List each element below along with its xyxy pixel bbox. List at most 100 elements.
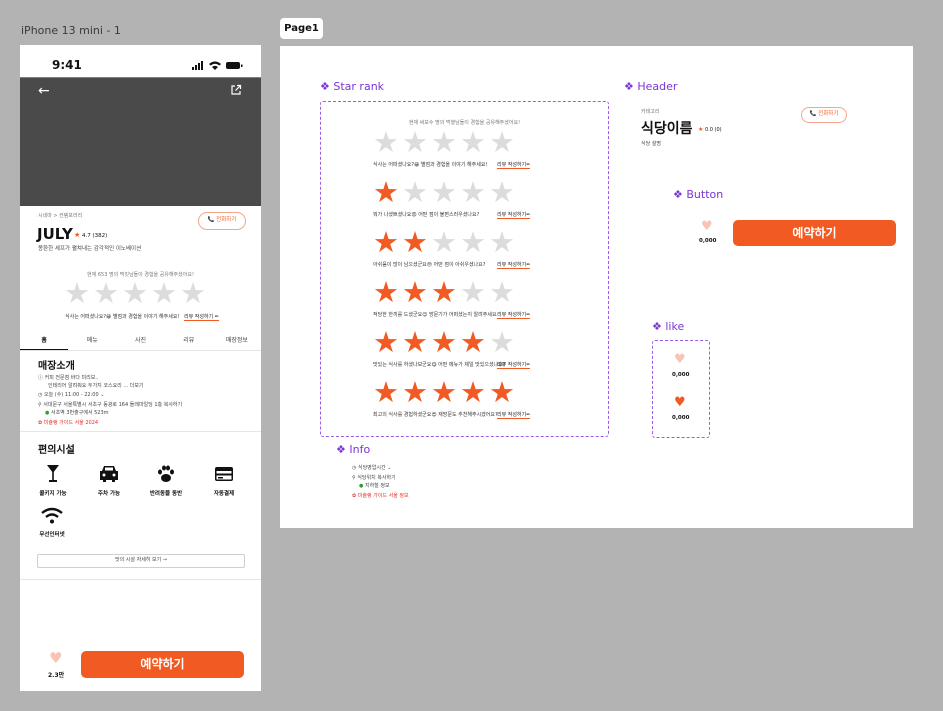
star-1-icon[interactable]: ★ bbox=[373, 378, 399, 407]
rank-review-button[interactable]: 리뷰 작성하기✏ bbox=[497, 161, 531, 169]
star-1-icon[interactable]: ★ bbox=[373, 328, 399, 357]
star-4-icon[interactable]: ★ bbox=[460, 178, 486, 207]
star-4-icon[interactable]: ★ bbox=[460, 278, 486, 307]
facilities-more-button[interactable]: 맛의 시설 자세히 보기 → bbox=[37, 554, 245, 568]
michelin-icon: ✿ bbox=[38, 420, 43, 426]
star-4-icon[interactable]: ★ bbox=[460, 378, 486, 407]
like-heart-icon[interactable]: ♥ bbox=[49, 651, 62, 666]
star-4-icon[interactable]: ★ bbox=[460, 228, 486, 257]
reserve-button[interactable]: 예약하기 bbox=[81, 651, 244, 678]
like-component-label[interactable]: ❖ like bbox=[652, 320, 684, 333]
rating-value: 4.7 (382) bbox=[82, 233, 108, 239]
rank-review-button[interactable]: 리뷰 작성하기✏ bbox=[497, 411, 531, 419]
header-rating: ★ 0.0 (0) bbox=[698, 126, 722, 133]
rank-review-button[interactable]: 리뷰 작성하기✏ bbox=[497, 261, 531, 269]
store-hours[interactable]: ◷ 오늘 (수) 11:00 - 22:00 ⌄ bbox=[38, 391, 104, 398]
star-3-icon[interactable]: ★ bbox=[431, 228, 457, 257]
star-1-icon[interactable]: ★ bbox=[373, 178, 399, 207]
wine-glass-icon bbox=[47, 465, 59, 482]
info-guide: ✿ 미슐랭 가이드 서울 정보 bbox=[352, 493, 409, 499]
review-write-button[interactable]: 리뷰 작성하기 ✏ bbox=[184, 313, 219, 321]
star-1-icon[interactable]: ★ bbox=[373, 228, 399, 257]
tab-home[interactable]: 홈 bbox=[20, 334, 69, 350]
rank-review-button[interactable]: 리뷰 작성하기✏ bbox=[497, 311, 531, 319]
header-restaurant-name: 식당이름 bbox=[641, 121, 693, 137]
tab-photos[interactable]: 사진 bbox=[116, 334, 164, 350]
star-5-icon[interactable]: ★ bbox=[489, 278, 515, 307]
button-heart-icon[interactable]: ♥ bbox=[701, 220, 713, 233]
star-5-icon[interactable]: ★ bbox=[489, 378, 515, 407]
button-like-count: 0,000 bbox=[699, 238, 717, 244]
rank-stars[interactable]: ★ ★ ★ ★ ★ bbox=[373, 228, 515, 257]
store-address[interactable]: ⚲ 서대문구 서울특별시 서초구 동광로 164 돌레마일딩 1층 복사하기 bbox=[38, 401, 182, 408]
call-button[interactable]: 📞 전화하기 bbox=[198, 212, 246, 230]
header-call-button[interactable]: 📞 전화하기 bbox=[801, 107, 847, 123]
rank-message: 최고의 식사를 경험하셨군요😍 재방문도 추천해주시겠어요? bbox=[373, 412, 498, 418]
rating-line: ★ 4.7 (382) bbox=[74, 231, 107, 239]
info-hours[interactable]: ◷ 식당영업시간 ⌄ bbox=[352, 464, 391, 471]
star-2-icon[interactable]: ★ bbox=[93, 279, 119, 308]
heart-on-icon[interactable]: ♥ bbox=[674, 396, 686, 409]
star-5-icon[interactable]: ★ bbox=[489, 128, 515, 157]
star-rank-label[interactable]: ❖ Star rank bbox=[320, 80, 384, 93]
star-4-icon[interactable]: ★ bbox=[151, 279, 177, 308]
share-icon[interactable] bbox=[230, 84, 242, 96]
back-arrow-icon[interactable]: ← bbox=[38, 84, 50, 98]
star-3-icon[interactable]: ★ bbox=[431, 128, 457, 157]
star-2-icon[interactable]: ★ bbox=[402, 128, 428, 157]
status-time: 9:41 bbox=[52, 58, 82, 72]
star-5-icon[interactable]: ★ bbox=[489, 228, 515, 257]
rank-message: 아쉬움이 많이 남으셨군요😔 어떤 점이 아쉬우셨나요? bbox=[373, 262, 486, 268]
tab-reviews[interactable]: 리뷰 bbox=[165, 334, 213, 350]
button-component-label[interactable]: ❖ Button bbox=[673, 188, 723, 201]
star-3-icon[interactable]: ★ bbox=[431, 378, 457, 407]
rank-review-button[interactable]: 리뷰 작성하기✏ bbox=[497, 361, 531, 369]
star-3-icon[interactable]: ★ bbox=[122, 279, 148, 308]
info-distance: ● 지하철 정보 bbox=[359, 483, 390, 489]
michelin-guide: ✿ 미슐랭 가이드 서울 2024 bbox=[38, 420, 99, 426]
location-icon: ⚲ bbox=[352, 475, 356, 481]
paw-icon bbox=[158, 465, 174, 482]
star-4-icon[interactable]: ★ bbox=[460, 328, 486, 357]
info-component-label[interactable]: ❖ Info bbox=[336, 443, 370, 456]
rating-stars[interactable]: ★ ★ ★ ★ ★ bbox=[64, 279, 206, 308]
component-icon: ❖ bbox=[624, 80, 634, 93]
star-3-icon[interactable]: ★ bbox=[431, 178, 457, 207]
star-5-icon[interactable]: ★ bbox=[489, 328, 515, 357]
store-line-2[interactable]: 인테리어 알려줘요 두가지 코스요리 ... 더보기 bbox=[48, 382, 144, 389]
rank-review-button[interactable]: 리뷰 작성하기✏ bbox=[497, 211, 531, 219]
rank-stars[interactable]: ★ ★ ★ ★ ★ bbox=[373, 378, 515, 407]
star-2-icon[interactable]: ★ bbox=[402, 178, 428, 207]
tab-menu[interactable]: 메뉴 bbox=[68, 334, 116, 350]
star-5-icon[interactable]: ★ bbox=[180, 279, 206, 308]
star-2-icon[interactable]: ★ bbox=[402, 228, 428, 257]
subway-icon: ● bbox=[45, 410, 50, 416]
rank-stars[interactable]: ★ ★ ★ ★ ★ bbox=[373, 278, 515, 307]
status-bar: 9:41 bbox=[20, 45, 261, 78]
michelin-icon: ✿ bbox=[352, 493, 357, 499]
star-4-icon[interactable]: ★ bbox=[460, 128, 486, 157]
heart-off-icon[interactable]: ♥ bbox=[674, 353, 686, 366]
header-component-label[interactable]: ❖ Header bbox=[624, 80, 677, 93]
star-3-icon[interactable]: ★ bbox=[431, 278, 457, 307]
star-1-icon[interactable]: ★ bbox=[373, 278, 399, 307]
rank-message: 적당한 한끼를 드셨군요😊 방문기가 어떠셨는지 알려주세요 bbox=[373, 312, 497, 318]
rank-stars[interactable]: ★ ★ ★ ★ ★ bbox=[373, 178, 515, 207]
star-1-icon[interactable]: ★ bbox=[64, 279, 90, 308]
star-2-icon[interactable]: ★ bbox=[402, 328, 428, 357]
star-1-icon[interactable]: ★ bbox=[373, 128, 399, 157]
star-5-icon[interactable]: ★ bbox=[489, 178, 515, 207]
page-tag[interactable]: Page1 bbox=[280, 18, 323, 39]
star-2-icon[interactable]: ★ bbox=[402, 278, 428, 307]
star-3-icon[interactable]: ★ bbox=[431, 328, 457, 357]
rank-stars[interactable]: ★ ★ ★ ★ ★ bbox=[373, 128, 515, 157]
tab-store-info[interactable]: 매장정보 bbox=[213, 334, 261, 350]
clock-icon: ◷ bbox=[38, 392, 43, 398]
component-icon: ❖ bbox=[336, 443, 346, 456]
star-2-icon[interactable]: ★ bbox=[402, 378, 428, 407]
rank-stars[interactable]: ★ ★ ★ ★ ★ bbox=[373, 328, 515, 357]
rank-message: 식사는 어떠셨나요?😀 별점과 경험을 이야기 해주세요! bbox=[373, 162, 488, 168]
credit-card-icon bbox=[215, 467, 233, 481]
info-location[interactable]: ⚲ 식당위치 복사하기 bbox=[352, 474, 396, 481]
button-reserve[interactable]: 예약하기 bbox=[733, 220, 896, 246]
